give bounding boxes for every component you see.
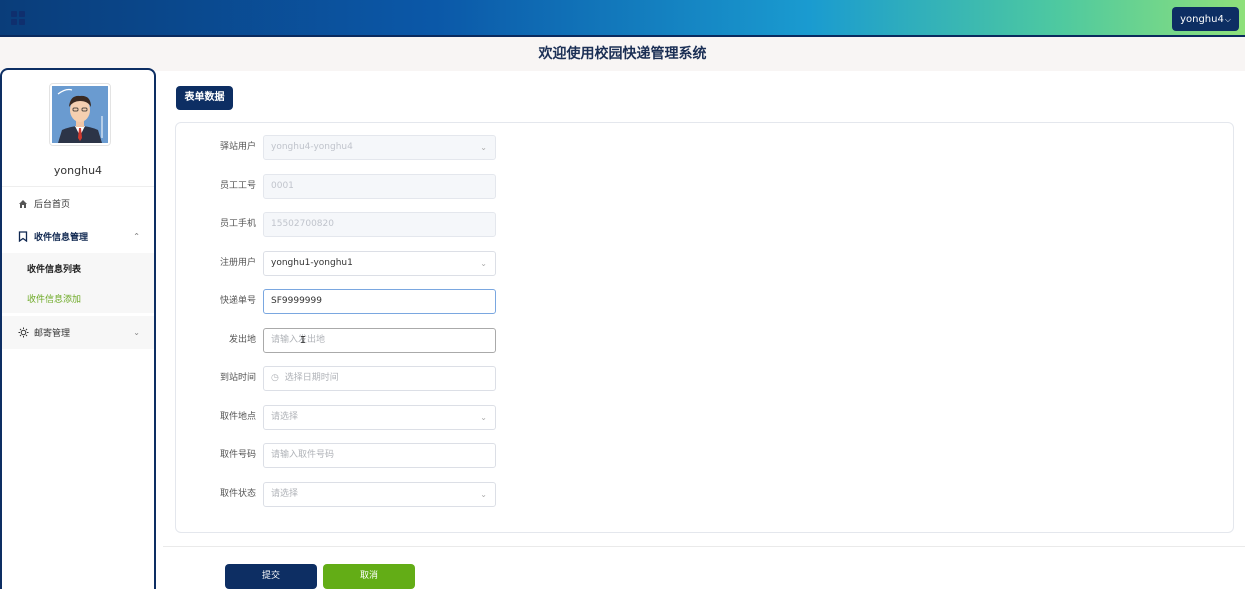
user-menu-button[interactable]: yonghu4 ⌵ — [1172, 7, 1239, 31]
sidebar-item-label: 后台首页 — [34, 200, 71, 210]
sidebar-menu: 后台首页 收件信息管理 ⌃ 收件信息列表 收件信息添加 邮寄管理 ⌄ — [2, 186, 154, 349]
field-label: 发出地 — [228, 335, 256, 345]
register-user-value: yonghu1-yonghu1 — [271, 258, 353, 268]
chevron-down-icon: ⌄ — [480, 259, 487, 268]
top-bar: yonghu4 ⌵ — [0, 0, 1245, 37]
user-menu-label: yonghu4 — [1180, 13, 1224, 25]
chevron-down-icon: ⌄ — [133, 328, 140, 337]
field-label: 员工工号 — [219, 181, 256, 191]
divider — [163, 546, 1245, 547]
form-row-arrival-time: 到站时间 ◷ 选择日期时间 — [176, 366, 506, 391]
chevron-down-icon: ⌄ — [480, 143, 487, 152]
sidebar-item-receive-list[interactable]: 收件信息列表 — [2, 253, 154, 283]
chevron-down-icon: ⌄ — [480, 490, 487, 499]
chevron-down-icon: ⌄ — [480, 413, 487, 422]
arrival-time-placeholder: 选择日期时间 — [284, 373, 339, 383]
home-icon — [17, 198, 29, 210]
form-row-employee-phone: 员工手机 15502700820 — [176, 212, 506, 237]
station-user-value: yonghu4-yonghu4 — [271, 142, 353, 152]
form-row-register-user: 注册用户 yonghu1-yonghu1 ⌄ — [176, 251, 506, 276]
field-label: 取件地点 — [219, 412, 256, 422]
sidebar-submenu: 收件信息列表 收件信息添加 — [2, 253, 154, 313]
origin-input[interactable]: 请输入发出地 I — [263, 328, 496, 353]
tracking-no-input[interactable]: SF9999999 — [263, 289, 496, 314]
sidebar-username: yonghu4 — [53, 164, 103, 177]
sidebar-item-label: 收件信息管理 — [34, 233, 89, 243]
field-label: 驿站用户 — [219, 142, 256, 152]
field-label: 员工手机 — [219, 219, 256, 229]
pickup-status-placeholder: 请选择 — [271, 489, 299, 499]
employee-phone-input[interactable]: 15502700820 — [263, 212, 496, 237]
field-label: 取件号码 — [219, 450, 256, 460]
arrival-time-picker[interactable]: ◷ 选择日期时间 — [263, 366, 496, 391]
chevron-up-icon: ⌃ — [133, 232, 140, 241]
page-title: 欢迎使用校园快递管理系统 — [0, 37, 1245, 71]
text-cursor-icon: I — [300, 335, 307, 346]
bookmark-icon — [17, 231, 29, 243]
clock-icon: ◷ — [271, 373, 279, 383]
menu-grid-icon[interactable] — [11, 11, 25, 25]
pickup-code-input[interactable]: 请输入取件号码 — [263, 443, 496, 468]
sun-icon — [17, 327, 29, 339]
sidebar-item-receive-management[interactable]: 收件信息管理 ⌃ — [2, 220, 154, 253]
sidebar: yonghu4 后台首页 收件信息管理 ⌃ 收件信息列表 收件信息添加 邮寄管理… — [0, 68, 156, 589]
sidebar-item-mail-management[interactable]: 邮寄管理 ⌄ — [2, 316, 154, 349]
form-row-tracking-no: 快递单号 SF9999999 — [176, 289, 506, 314]
pickup-place-placeholder: 请选择 — [271, 412, 299, 422]
form-row-pickup-status: 取件状态 请选择 ⌄ — [176, 482, 506, 507]
sidebar-item-receive-add[interactable]: 收件信息添加 — [2, 283, 154, 313]
form-row-pickup-code: 取件号码 请输入取件号码 — [176, 443, 506, 468]
sidebar-item-label: 邮寄管理 — [34, 329, 71, 339]
origin-placeholder: 请输入发出地 — [271, 335, 326, 345]
submit-button[interactable]: 提交 — [225, 564, 317, 589]
register-user-select[interactable]: yonghu1-yonghu1 ⌄ — [263, 251, 496, 276]
field-label: 取件状态 — [219, 489, 256, 499]
form-row-origin: 发出地 请输入发出地 I — [176, 328, 506, 353]
avatar — [49, 83, 111, 146]
station-user-select[interactable]: yonghu4-yonghu4 ⌄ — [263, 135, 496, 160]
form-row-employee-no: 员工工号 0001 — [176, 174, 506, 199]
field-label: 快递单号 — [219, 296, 256, 306]
employee-no-input[interactable]: 0001 — [263, 174, 496, 199]
sidebar-item-home[interactable]: 后台首页 — [2, 187, 154, 220]
form-row-pickup-place: 取件地点 请选择 ⌄ — [176, 405, 506, 430]
avatar-image — [52, 86, 108, 143]
chevron-down-icon: ⌵ — [1224, 14, 1231, 24]
form-card: 驿站用户 yonghu4-yonghu4 ⌄ 员工工号 0001 员工手机 15… — [175, 122, 1234, 533]
pickup-status-select[interactable]: 请选择 ⌄ — [263, 482, 496, 507]
form-row-station-user: 驿站用户 yonghu4-yonghu4 ⌄ — [176, 135, 506, 160]
pickup-place-select[interactable]: 请选择 ⌄ — [263, 405, 496, 430]
field-label: 到站时间 — [219, 373, 256, 383]
cancel-button[interactable]: 取消 — [323, 564, 415, 589]
field-label: 注册用户 — [219, 258, 256, 268]
form-data-tag: 表单数据 — [176, 86, 233, 110]
